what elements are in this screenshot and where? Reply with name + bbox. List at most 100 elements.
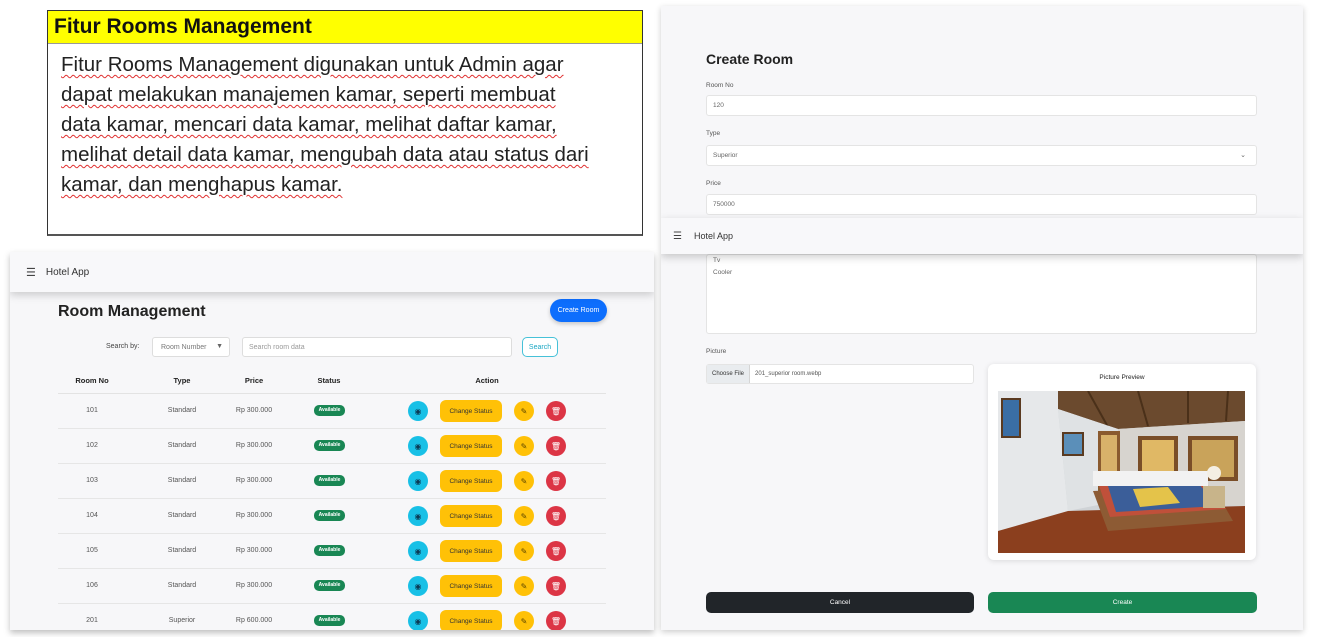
view-icon[interactable]: ◉ (408, 506, 428, 526)
table-row: 201 Superior Rp 600.000 Available ◉ Change St… (58, 604, 606, 630)
cell-type: Standard (167, 547, 197, 554)
status-badge: Available (314, 440, 345, 451)
pencil-icon[interactable]: ✎ (514, 436, 534, 456)
description-line: kamar, dan menghapus kamar. (61, 173, 343, 196)
pencil-icon[interactable]: ✎ (514, 611, 534, 630)
cell-type: Standard (167, 582, 197, 589)
trash-icon[interactable]: 🗑 (546, 471, 566, 491)
top-navbar: ☰ Hotel App (661, 218, 1303, 254)
table-row: 102 Standard Rp 300.000 Available ◉ Change St… (58, 429, 606, 464)
view-icon[interactable]: ◉ (408, 401, 428, 421)
hamburger-icon[interactable]: ☰ (26, 266, 36, 279)
pencil-icon[interactable]: ✎ (514, 541, 534, 561)
description-line: melihat detail data kamar, mengubah data… (61, 143, 589, 166)
trash-icon[interactable]: 🗑 (546, 576, 566, 596)
change-status-button[interactable]: Change Status (440, 610, 502, 630)
status-badge: Available (314, 615, 345, 626)
change-status-button[interactable]: Change Status (440, 505, 502, 527)
app-name[interactable]: Hotel App (694, 231, 733, 241)
trash-icon[interactable]: 🗑 (546, 401, 566, 421)
status-badge: Available (314, 510, 345, 521)
search-bar: Search by: Room Number ▼ Search room dat… (10, 336, 654, 358)
chevron-down-icon: ▼ (216, 343, 223, 350)
status-badge: Available (314, 405, 345, 416)
trash-icon[interactable]: 🗑 (546, 436, 566, 456)
view-icon[interactable]: ◉ (408, 436, 428, 456)
choose-file-button[interactable]: Choose File (707, 365, 751, 383)
hamburger-icon[interactable]: ☰ (673, 231, 682, 242)
search-button[interactable]: Search (522, 337, 558, 357)
pencil-icon[interactable]: ✎ (514, 506, 534, 526)
picture-file-input[interactable]: Choose File 201_superior room.webp (706, 364, 974, 384)
change-status-button[interactable]: Change Status (440, 575, 502, 597)
room-management-screen: ☰ Hotel App Room Management Create Room … (10, 252, 654, 630)
chevron-down-icon: ⌄ (1240, 152, 1246, 159)
feature-description: Fitur Rooms Management digunakan untuk A… (48, 44, 642, 200)
create-button[interactable]: Create (988, 592, 1257, 613)
cell-room-no: 103 (86, 477, 98, 484)
room-no-input[interactable]: 120 (706, 95, 1257, 116)
type-select[interactable]: Superior ⌄ (706, 145, 1257, 166)
pencil-icon[interactable]: ✎ (514, 401, 534, 421)
cell-price: Rp 300.000 (235, 442, 273, 449)
app-name[interactable]: Hotel App (46, 267, 89, 278)
view-icon[interactable]: ◉ (408, 471, 428, 491)
cell-room-no: 105 (86, 547, 98, 554)
type-value: Superior (713, 152, 738, 159)
file-name: 201_superior room.webp (755, 371, 822, 377)
picture-label: Picture (706, 348, 727, 355)
pencil-icon[interactable]: ✎ (514, 576, 534, 596)
change-status-button[interactable]: Change Status (440, 400, 502, 422)
cell-type: Standard (167, 442, 197, 449)
picture-preview-title: Picture Preview (1099, 374, 1145, 381)
status-badge: Available (314, 545, 345, 556)
type-label: Type (706, 130, 721, 137)
search-by-label: Search by: (106, 343, 140, 350)
picture-preview-card: Picture Preview (988, 364, 1256, 560)
view-icon[interactable]: ◉ (408, 611, 428, 630)
cancel-button[interactable]: Cancel (706, 592, 974, 613)
search-field-value: Room Number (161, 344, 207, 351)
search-field-select[interactable]: Room Number ▼ (152, 337, 230, 357)
create-room-button[interactable]: Create Room (550, 299, 607, 322)
room-no-label: Room No (706, 82, 734, 89)
cell-room-no: 201 (86, 617, 98, 624)
cell-price: Rp 300.000 (235, 477, 273, 484)
feature-description-box: Fitur Rooms Management Fitur Rooms Manag… (47, 10, 643, 236)
table-row: 105 Standard Rp 300.000 Available ◉ Change St… (58, 534, 606, 569)
trash-icon[interactable]: 🗑 (546, 541, 566, 561)
status-badge: Available (314, 475, 345, 486)
table-header: Room No Type Price Status Action (58, 369, 606, 394)
page-title: Room Management (58, 303, 206, 320)
pencil-icon[interactable]: ✎ (514, 471, 534, 491)
cell-price: Rp 300.000 (235, 547, 273, 554)
top-navbar: ☰ Hotel App (10, 252, 654, 292)
cell-room-no: 101 (86, 407, 98, 414)
change-status-button[interactable]: Change Status (440, 435, 502, 457)
price-label: Price (706, 180, 721, 187)
create-room-screen: Create Room Room No 120 Type Superior ⌄ … (661, 6, 1303, 630)
room-photo (998, 391, 1245, 553)
cell-price: Rp 600.000 (235, 617, 273, 624)
search-input[interactable]: Search room data (242, 337, 512, 357)
view-icon[interactable]: ◉ (408, 541, 428, 561)
trash-icon[interactable]: 🗑 (546, 506, 566, 526)
change-status-button[interactable]: Change Status (440, 470, 502, 492)
cell-room-no: 106 (86, 582, 98, 589)
header-type: Type (173, 376, 191, 385)
table-row: 101 Standard Rp 300.000 Available ◉ Change St… (58, 394, 606, 429)
cell-room-no: 104 (86, 512, 98, 519)
cell-room-no: 102 (86, 442, 98, 449)
change-status-button[interactable]: Change Status (440, 540, 502, 562)
feature-title: Fitur Rooms Management (48, 11, 642, 44)
table-row: 106 Standard Rp 300.000 Available ◉ Change St… (58, 569, 606, 604)
description-textarea[interactable]: Tv Cooler (706, 254, 1257, 334)
cell-price: Rp 300.000 (235, 582, 273, 589)
header-action: Action (475, 376, 499, 385)
price-input[interactable]: 750000 (706, 194, 1257, 215)
trash-icon[interactable]: 🗑 (546, 611, 566, 630)
description-line: dapat melakukan manajemen kamar, seperti… (61, 83, 556, 106)
view-icon[interactable]: ◉ (408, 576, 428, 596)
status-badge: Available (314, 580, 345, 591)
cell-type: Standard (167, 512, 197, 519)
